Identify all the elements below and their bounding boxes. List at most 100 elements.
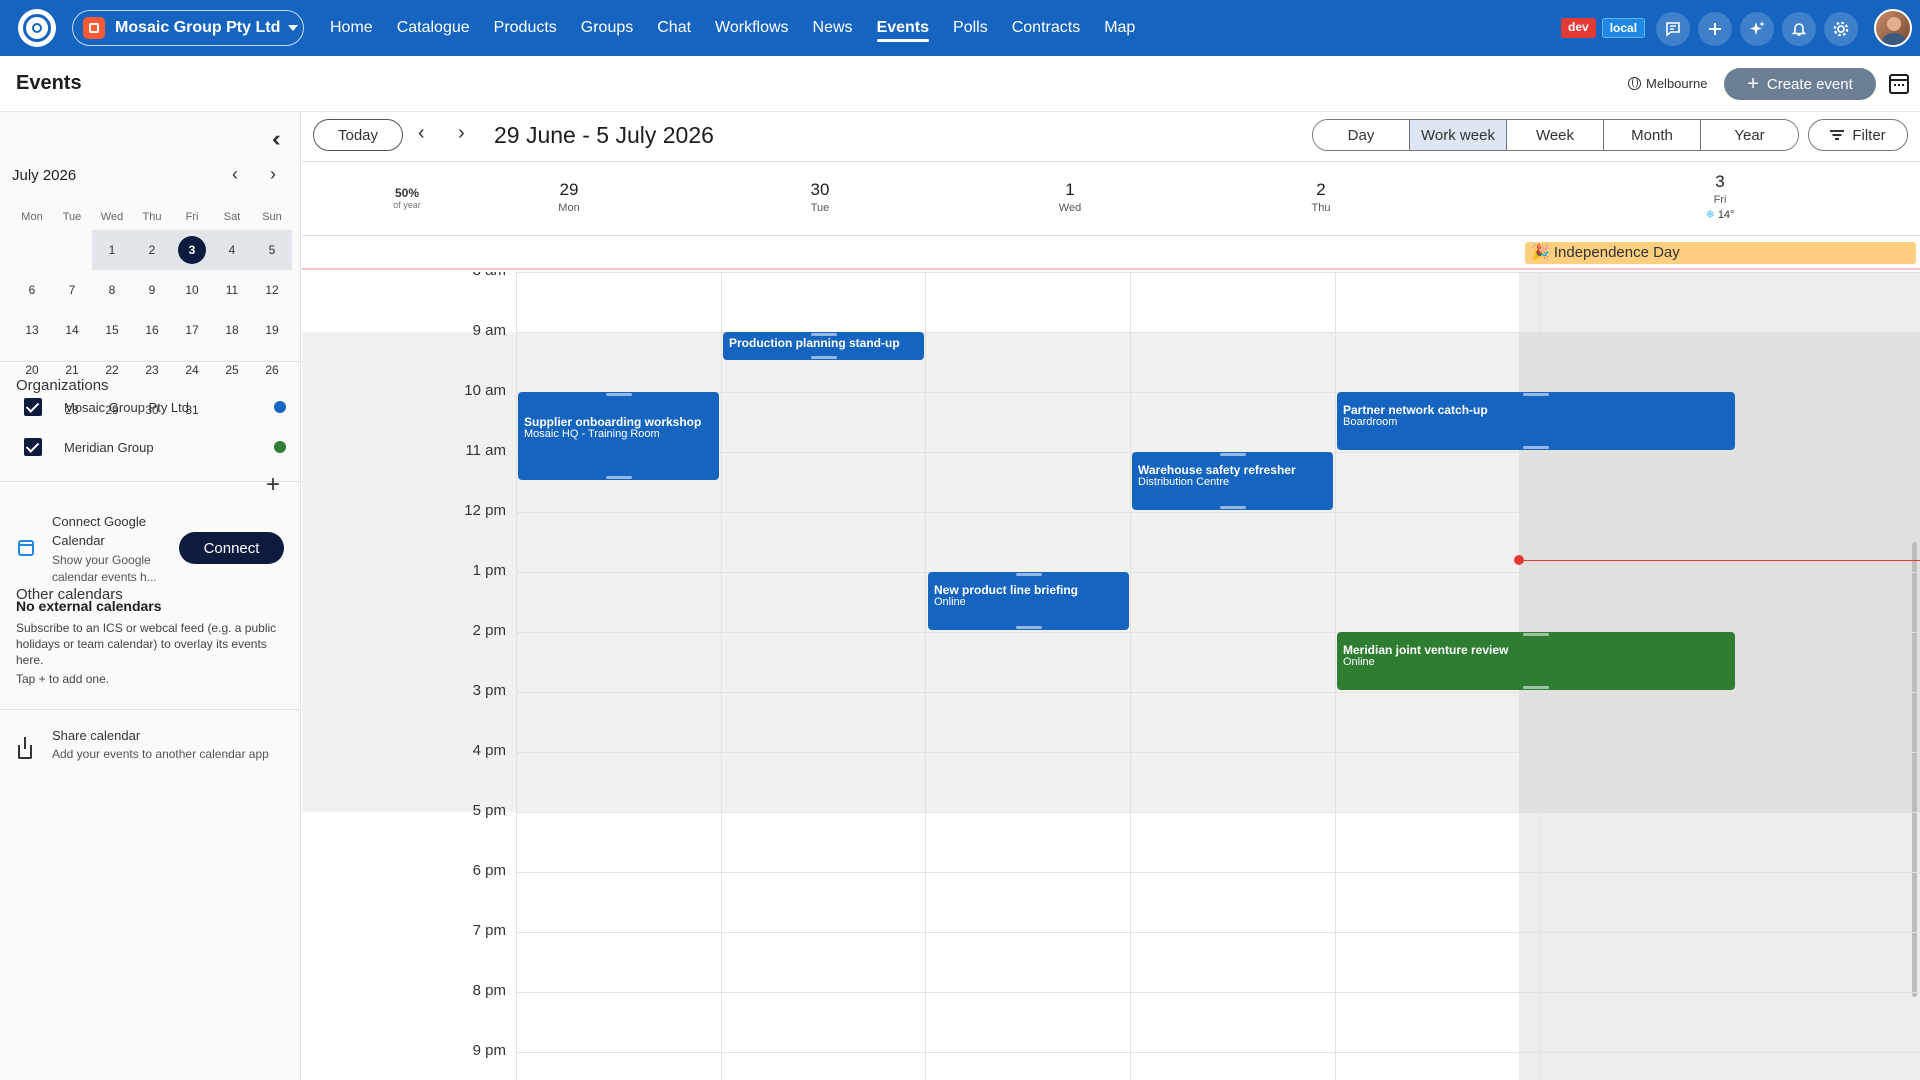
nav-products[interactable]: Products xyxy=(494,0,557,56)
calendar-event[interactable]: Production planning stand-up xyxy=(723,332,924,360)
mini-calendar-day[interactable]: 11 xyxy=(212,270,252,310)
create-event-button[interactable]: + Create event xyxy=(1724,68,1876,100)
sparkle-icon[interactable] xyxy=(1740,12,1774,46)
nav-contracts[interactable]: Contracts xyxy=(1012,0,1080,56)
next-month-icon[interactable]: › xyxy=(270,164,276,185)
share-calendar[interactable]: Share calendar Add your events to anothe… xyxy=(52,726,292,763)
day-number: 1 xyxy=(1065,180,1075,199)
weekday-label: Sat xyxy=(223,211,241,223)
day-header-row: 50% of year 29 Mon 30 Tue 1 Wed 2 Thu 3 … xyxy=(302,162,1920,236)
resize-handle-bottom[interactable] xyxy=(1523,686,1549,689)
hour-gridline xyxy=(516,812,1920,813)
mini-calendar-day[interactable]: 7 xyxy=(52,270,92,310)
event-title: Partner network catch-up xyxy=(1343,403,1488,417)
resize-handle-bottom[interactable] xyxy=(810,356,837,359)
nav-polls[interactable]: Polls xyxy=(953,0,988,56)
gear-icon[interactable] xyxy=(1824,12,1858,46)
view-month[interactable]: Month xyxy=(1604,120,1701,150)
org-filter-label: Meridian Group xyxy=(64,439,154,455)
day-header-wed[interactable]: 1 Wed xyxy=(945,180,1195,214)
resize-handle-bottom[interactable] xyxy=(1015,626,1042,629)
time-label: 4 pm xyxy=(472,742,506,759)
calendar-event[interactable]: Supplier onboarding workshop Mosaic HQ - … xyxy=(518,392,719,480)
mini-calendar-day[interactable]: 19 xyxy=(252,310,292,350)
calendar-icon[interactable] xyxy=(1889,74,1909,94)
mini-calendar-day[interactable]: 13 xyxy=(12,310,52,350)
prev-period-icon[interactable]: ‹ xyxy=(418,122,425,145)
collapse-sidebar-icon[interactable]: ‹‹ xyxy=(272,126,280,152)
mini-calendar-day[interactable]: 2 xyxy=(132,230,172,270)
filter-label: Filter xyxy=(1852,126,1886,144)
mini-calendar-today[interactable]: 3 xyxy=(172,230,212,270)
prev-month-icon[interactable]: ‹ xyxy=(232,164,238,185)
nav-map[interactable]: Map xyxy=(1104,0,1135,56)
mini-calendar-day[interactable]: 15 xyxy=(92,310,132,350)
nav-chat[interactable]: Chat xyxy=(657,0,691,56)
resize-handle-bottom[interactable] xyxy=(605,476,632,479)
resize-handle-bottom[interactable] xyxy=(1523,446,1549,449)
timezone-location[interactable]: Melbourne xyxy=(1628,76,1707,91)
resize-handle-top[interactable] xyxy=(1015,573,1042,576)
env-tag-local: local xyxy=(1601,18,1646,38)
nav-news[interactable]: News xyxy=(813,0,853,56)
calendar-event[interactable]: Partner network catch-up Boardroom xyxy=(1337,392,1735,450)
filter-button[interactable]: Filter xyxy=(1808,119,1908,151)
next-period-icon[interactable]: › xyxy=(458,122,465,145)
nav-events[interactable]: Events xyxy=(876,0,930,56)
plus-icon[interactable] xyxy=(1698,12,1732,46)
day-header-tue[interactable]: 30 Tue xyxy=(695,180,945,214)
resize-handle-top[interactable] xyxy=(1219,453,1246,456)
calendar-event[interactable]: New product line briefing Online xyxy=(928,572,1129,630)
mini-calendar-day xyxy=(12,230,52,270)
mini-calendar-day[interactable]: 10 xyxy=(172,270,212,310)
day-number: 11 xyxy=(225,283,239,297)
resize-handle-top[interactable] xyxy=(810,333,837,336)
weather-forecast: ❄ 14° xyxy=(1595,208,1845,221)
connect-google-button[interactable]: Connect xyxy=(179,532,284,564)
view-work-week[interactable]: Work week xyxy=(1410,120,1507,150)
hour-gridline xyxy=(516,692,1920,693)
resize-handle-top[interactable] xyxy=(1523,633,1549,636)
day-number: 23 xyxy=(145,363,159,377)
nav-catalogue[interactable]: Catalogue xyxy=(397,0,470,56)
day-header-thu[interactable]: 2 Thu xyxy=(1196,180,1446,214)
view-week[interactable]: Week xyxy=(1507,120,1604,150)
mini-calendar-day[interactable]: 17 xyxy=(172,310,212,350)
resize-handle-top[interactable] xyxy=(1523,393,1549,396)
calendar-event[interactable]: Warehouse safety refresher Distribution C… xyxy=(1132,452,1333,510)
view-day[interactable]: Day xyxy=(1313,120,1410,150)
org-switcher[interactable]: Mosaic Group Pty Ltd xyxy=(72,10,304,46)
grid-scrollbar[interactable] xyxy=(1912,542,1917,997)
chat-icon[interactable] xyxy=(1656,12,1690,46)
org-filter-mosaic[interactable]: Mosaic Group Pty Ltd xyxy=(24,395,292,419)
all-day-event[interactable]: 🎉 Independence Day xyxy=(1525,242,1916,264)
year-progress-value: 50% xyxy=(394,186,420,200)
mini-calendar-day[interactable]: 8 xyxy=(92,270,132,310)
view-year[interactable]: Year xyxy=(1701,120,1798,150)
calendar-event[interactable]: Meridian joint venture review Online xyxy=(1337,632,1735,690)
mini-calendar-day[interactable]: 1 xyxy=(92,230,132,270)
mini-calendar-day[interactable]: 16 xyxy=(132,310,172,350)
user-avatar[interactable] xyxy=(1874,9,1912,47)
nav-home[interactable]: Home xyxy=(330,0,373,56)
mini-calendar-day[interactable]: 14 xyxy=(52,310,92,350)
mini-calendar-day[interactable]: 12 xyxy=(252,270,292,310)
mini-calendar-day[interactable]: 6 xyxy=(12,270,52,310)
bell-icon[interactable] xyxy=(1782,12,1816,46)
org-filter-meridian[interactable]: Meridian Group xyxy=(24,435,292,459)
nav-groups[interactable]: Groups xyxy=(581,0,633,56)
day-number: 29 xyxy=(559,180,579,199)
day-header-fri[interactable]: 3 Fri ❄ 14° xyxy=(1595,172,1845,221)
mini-calendar-day[interactable]: 18 xyxy=(212,310,252,350)
hour-gridline xyxy=(516,512,1920,513)
day-header-mon[interactable]: 29 Mon xyxy=(444,180,694,214)
mini-calendar-day[interactable]: 4 xyxy=(212,230,252,270)
resize-handle-bottom[interactable] xyxy=(1219,506,1246,509)
nav-workflows[interactable]: Workflows xyxy=(715,0,789,56)
add-calendar-icon[interactable]: + xyxy=(266,471,280,499)
mini-calendar-day[interactable]: 5 xyxy=(252,230,292,270)
today-button[interactable]: Today xyxy=(313,119,403,151)
mini-calendar-day[interactable]: 9 xyxy=(132,270,172,310)
resize-handle-top[interactable] xyxy=(605,393,632,396)
app-logo-icon[interactable] xyxy=(18,9,56,47)
